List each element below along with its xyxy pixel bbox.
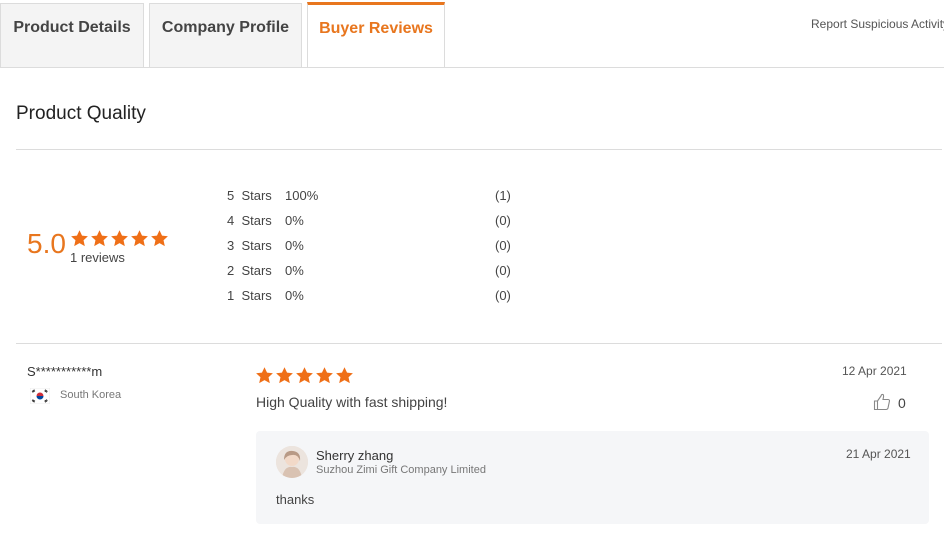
star-level-count: (0) bbox=[495, 263, 511, 278]
star-icon bbox=[131, 230, 148, 247]
star-level-percent: 0% bbox=[285, 238, 304, 253]
tab-buyer-reviews[interactable]: Buyer Reviews bbox=[307, 2, 445, 68]
report-suspicious-activity-link[interactable]: Report Suspicious Activity bbox=[811, 17, 944, 31]
reviewer-country: South Korea bbox=[60, 389, 122, 401]
star-level-count: (0) bbox=[495, 238, 511, 253]
star-level-label: 3 Stars bbox=[227, 238, 272, 253]
average-rating: 5.0 bbox=[27, 228, 66, 259]
star-icon bbox=[71, 230, 88, 247]
tab-product-details[interactable]: Product Details bbox=[0, 3, 144, 67]
tab-company-profile[interactable]: Company Profile bbox=[149, 3, 302, 67]
south-korea-flag-icon bbox=[30, 388, 50, 404]
star-icon bbox=[276, 367, 293, 384]
star-icon bbox=[151, 230, 168, 247]
tab-divider bbox=[0, 67, 944, 68]
seller-reply: Sherry zhang Suzhou Zimi Gift Company Li… bbox=[256, 431, 929, 524]
section-title: Product Quality bbox=[16, 103, 146, 124]
reviewer-name: S***********m bbox=[27, 364, 103, 379]
review-stars bbox=[255, 366, 354, 385]
reply-company: Suzhou Zimi Gift Company Limited bbox=[316, 464, 486, 476]
reply-date: 21 Apr 2021 bbox=[846, 447, 911, 461]
thumbs-up-icon[interactable] bbox=[873, 393, 891, 411]
star-icon bbox=[91, 230, 108, 247]
star-level-percent: 0% bbox=[285, 288, 304, 303]
review-text: High Quality with fast shipping! bbox=[256, 394, 448, 410]
star-icon bbox=[336, 367, 353, 384]
star-level-count: (0) bbox=[495, 213, 511, 228]
star-icon bbox=[256, 367, 273, 384]
avatar bbox=[276, 446, 308, 478]
reviews-count: 1 reviews bbox=[70, 250, 125, 265]
star-icon bbox=[296, 367, 313, 384]
star-level-count: (1) bbox=[495, 188, 511, 203]
star-icon bbox=[111, 230, 128, 247]
star-level-label: 1 Stars bbox=[227, 288, 272, 303]
star-level-label: 2 Stars bbox=[227, 263, 272, 278]
reply-author-name: Sherry zhang bbox=[316, 448, 394, 463]
divider bbox=[16, 343, 942, 344]
reply-text: thanks bbox=[276, 492, 315, 507]
star-level-label: 4 Stars bbox=[227, 213, 272, 228]
star-icon bbox=[316, 367, 333, 384]
tab-bar: Product Details Company Profile Buyer Re… bbox=[0, 0, 944, 68]
divider bbox=[16, 149, 942, 150]
star-level-label: 5 Stars bbox=[227, 188, 272, 203]
average-rating-stars bbox=[70, 229, 169, 249]
star-level-percent: 0% bbox=[285, 213, 304, 228]
like-count: 0 bbox=[898, 395, 906, 411]
star-level-percent: 0% bbox=[285, 263, 304, 278]
review-date: 12 Apr 2021 bbox=[842, 364, 907, 378]
star-level-count: (0) bbox=[495, 288, 511, 303]
star-level-percent: 100% bbox=[285, 188, 319, 203]
